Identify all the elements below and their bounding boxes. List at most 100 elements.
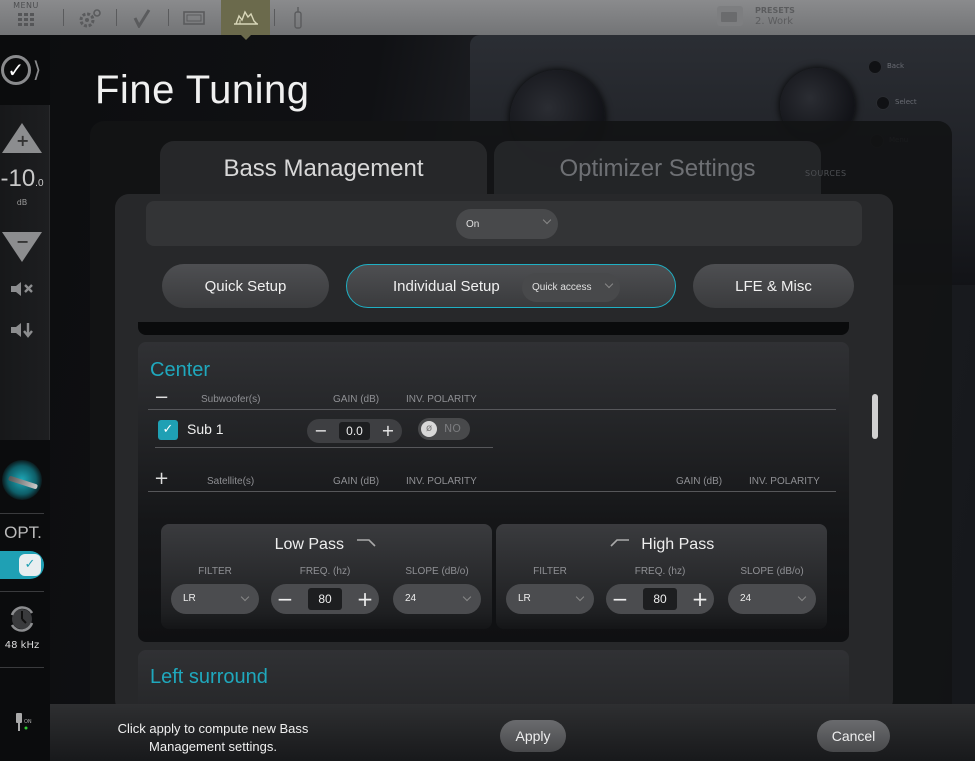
quick-access-select[interactable]: Quick access	[522, 273, 620, 302]
high-pass-freq-stepper[interactable]: − 80 +	[606, 584, 714, 614]
individual-setup-button[interactable]: Individual Setup Quick access	[346, 264, 676, 308]
divider	[148, 491, 836, 492]
svg-text:ON: ON	[24, 719, 32, 725]
presets-value: 2. Work	[755, 16, 794, 27]
chevron-right-icon: ⟩	[32, 57, 42, 83]
background-sources-label: SOURCES	[805, 169, 847, 178]
low-pass-slope-select[interactable]: 24	[393, 584, 481, 614]
check-icon: ✓	[19, 554, 41, 576]
gain-header: GAIN (dB)	[333, 394, 380, 405]
polarity-header: INV. POLARITY	[406, 476, 477, 487]
footer-message: Click apply to compute new Bass Manageme…	[117, 721, 309, 754]
divider	[0, 667, 44, 668]
sub1-checkbox[interactable]: ✓	[158, 420, 178, 440]
background-button	[868, 60, 882, 74]
bass-management-select[interactable]: On	[456, 209, 558, 239]
background-label: Select	[895, 98, 917, 106]
channel-card-left-surround: Left surround	[138, 650, 849, 704]
background-label: Back	[887, 62, 904, 70]
channel-list[interactable]: Center − Subwoofer(s) GAIN (dB) INV. POL…	[138, 322, 849, 704]
plus-icon[interactable]: +	[351, 584, 379, 614]
tuning-tab-active[interactable]	[221, 0, 270, 40]
bass-management-select-value: On	[466, 218, 480, 230]
folder-icon	[717, 6, 743, 26]
slope-label: SLOPE (dB/o)	[405, 566, 469, 577]
logo[interactable]: ✓ ⟩	[0, 35, 50, 105]
slope-label: SLOPE (dB/o)	[740, 566, 804, 577]
opt-label: OPT.	[4, 523, 42, 542]
sub1-gain-stepper[interactable]: − 0.0 +	[307, 419, 402, 443]
sample-rate: 48 kHz	[4, 640, 40, 651]
bass-management-status-bar: On	[146, 201, 862, 246]
tab-optimizer-settings[interactable]: Optimizer Settings	[494, 141, 821, 196]
settings-icon[interactable]	[70, 5, 110, 30]
sub1-polarity-value: NO	[444, 422, 461, 435]
channel-title: Center	[150, 359, 211, 381]
quick-setup-button[interactable]: Quick Setup	[162, 264, 329, 308]
gain-header: GAIN (dB)	[676, 476, 723, 487]
divider	[63, 9, 64, 26]
plus-icon[interactable]: +	[686, 584, 714, 614]
expand-satellites-button[interactable]: +	[154, 468, 169, 489]
divider	[168, 9, 169, 26]
divider	[0, 591, 44, 592]
lfe-misc-button[interactable]: LFE & Misc	[693, 264, 854, 308]
high-pass-filter-select[interactable]: LR	[506, 584, 594, 614]
background-button	[876, 96, 890, 110]
low-pass-freq-stepper[interactable]: − 80 +	[271, 584, 379, 614]
plus-icon[interactable]: +	[374, 419, 402, 443]
channel-card-center: Center − Subwoofer(s) GAIN (dB) INV. POL…	[138, 342, 849, 642]
high-pass-freq-value[interactable]: 80	[643, 588, 677, 610]
chevron-down-icon	[604, 279, 614, 289]
sub1-name: Sub 1	[187, 421, 224, 437]
low-pass-freq-value[interactable]: 80	[308, 588, 342, 610]
divider	[116, 9, 117, 26]
high-pass-slope-select[interactable]: 24	[728, 584, 816, 614]
top-menu-bar: MENU PRESETS 2. Work	[0, 0, 975, 40]
tab-bass-management[interactable]: Bass Management	[160, 141, 487, 196]
mute-icon[interactable]	[8, 280, 36, 300]
logo-check-icon: ✓	[0, 55, 31, 85]
check-icon[interactable]	[122, 5, 162, 30]
divider	[155, 447, 493, 448]
chevron-down-icon	[797, 592, 807, 602]
volume-value: -10.0	[0, 165, 44, 192]
sub1-gain-value[interactable]: 0.0	[339, 422, 370, 440]
volume-up-button[interactable]: +	[2, 123, 42, 153]
channel-list-scrollbar[interactable]	[872, 394, 878, 439]
display-icon[interactable]	[174, 5, 214, 30]
grid-icon	[0, 13, 52, 26]
polarity-header: INV. POLARITY	[749, 476, 820, 487]
sidebar: ✓ ⟩ + -10.0 dB − OPT. ✓ 48 kHz ON	[0, 35, 50, 761]
divider	[274, 9, 275, 26]
presets-label: PRESETS	[755, 6, 795, 15]
sync-clock-icon	[10, 606, 34, 632]
collapse-subwoofers-button[interactable]: −	[154, 387, 169, 408]
minus-icon[interactable]: −	[606, 584, 634, 614]
microphone-icon[interactable]	[278, 5, 318, 30]
opt-toggle[interactable]: ✓	[0, 551, 44, 579]
divider	[148, 409, 836, 410]
footer-bar: Click apply to compute new Bass Manageme…	[50, 704, 975, 761]
tuning-icon	[233, 9, 258, 25]
page-title: Fine Tuning	[95, 68, 310, 112]
cancel-button[interactable]: Cancel	[817, 720, 890, 752]
sub1-polarity-toggle[interactable]: ø NO	[418, 418, 470, 440]
polarity-icon: ø	[421, 421, 437, 437]
volume-down-icon[interactable]	[8, 321, 36, 341]
low-pass-filter-select[interactable]: LR	[171, 584, 259, 614]
gain-header: GAIN (dB)	[333, 476, 380, 487]
freq-label: FREQ. (hz)	[634, 566, 686, 577]
microphone-status-icon: ON	[16, 713, 32, 731]
chevron-down-icon	[575, 592, 585, 602]
high-pass-box: High Pass FILTER FREQ. (hz) SLOPE (dB/o)…	[496, 524, 827, 629]
menu-button[interactable]: MENU	[0, 0, 52, 35]
cable-icon	[2, 460, 42, 500]
filter-label: FILTER	[533, 566, 567, 577]
chevron-down-icon	[240, 592, 250, 602]
apply-button[interactable]: Apply	[500, 720, 566, 752]
minus-icon[interactable]: −	[271, 584, 299, 614]
volume-down-button[interactable]: −	[2, 232, 42, 262]
minus-icon[interactable]: −	[307, 419, 335, 443]
presets-button[interactable]: PRESETS 2. Work	[717, 3, 967, 32]
